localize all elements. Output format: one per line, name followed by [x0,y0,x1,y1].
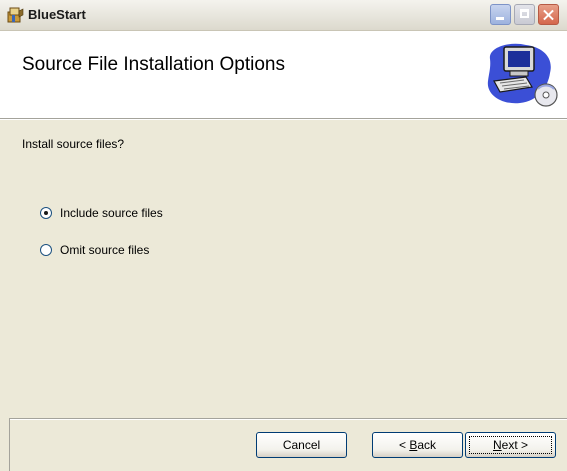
omit-source-radio[interactable] [40,244,52,256]
include-source-radio[interactable] [40,207,52,219]
back-button[interactable]: < Back [372,432,463,458]
maximize-button[interactable] [514,4,535,25]
installer-icon [7,7,24,23]
back-prefix: < [398,438,410,452]
footer-divider-highlight [10,419,567,420]
include-source-label[interactable]: Include source files [60,206,163,220]
footer-edge [9,418,10,471]
question-label: Install source files? [22,137,125,151]
header-banner: Source File Installation Options [0,31,567,119]
title-bar[interactable]: BlueStart [0,0,567,31]
back-label: < Back [399,438,436,452]
omit-source-label[interactable]: Omit source files [60,243,149,257]
installer-window: BlueStart Source File Installation Optio… [0,0,567,471]
focus-rect [469,436,552,454]
back-rest: ack [417,438,437,452]
cancel-button[interactable]: Cancel [256,432,347,458]
next-button[interactable]: Next > [465,432,556,458]
minimize-button[interactable] [490,4,511,25]
banner-divider [0,119,567,120]
window-title: BlueStart [28,7,86,22]
cancel-label: Cancel [282,438,321,452]
close-button[interactable] [538,4,559,25]
page-title: Source File Installation Options [22,54,285,75]
computer-disc-icon [487,43,558,107]
